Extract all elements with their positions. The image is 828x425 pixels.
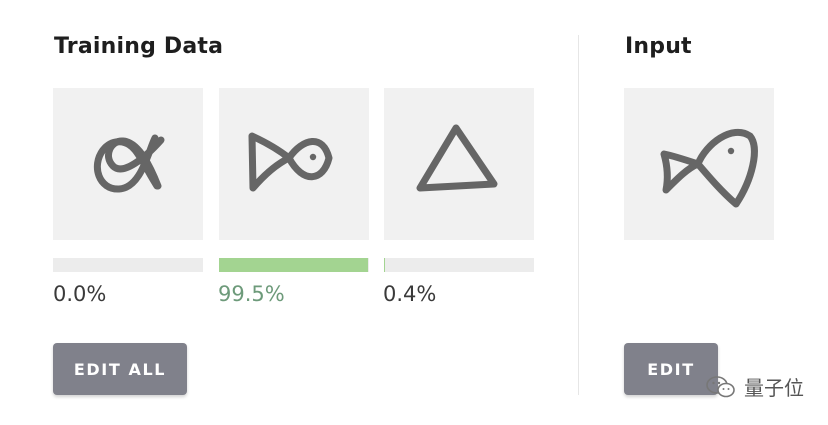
fish-drawing-icon [660,128,758,208]
training-data-title: Training Data [54,34,224,59]
wechat-icon [706,375,735,397]
edit-button[interactable]: EDIT [624,343,718,395]
confidence-bar-fill [384,258,385,272]
input-title: Input [625,34,692,59]
confidence-bar-alpha [53,258,203,272]
confidence-bar-fill [219,258,369,272]
triangle-drawing-icon [416,124,498,192]
input-card-fish[interactable] [624,88,774,240]
watermark: 量子位 [706,372,804,401]
confidence-bar-fish [219,258,369,272]
confidence-bar-triangle [384,258,534,272]
edit-all-button[interactable]: EDIT ALL [53,343,187,395]
watermark-text: 量子位 [744,376,804,400]
training-card-alpha[interactable] [53,88,203,240]
training-card-triangle[interactable] [384,88,534,240]
confidence-percent-fish: 99.5% [218,282,285,306]
confidence-percent-alpha: 0.0% [53,282,107,306]
confidence-percent-triangle: 0.4% [383,282,437,306]
alpha-drawing-icon [93,134,165,193]
section-divider [578,35,579,395]
fish-drawing-icon [248,132,333,192]
training-card-fish[interactable] [219,88,369,240]
